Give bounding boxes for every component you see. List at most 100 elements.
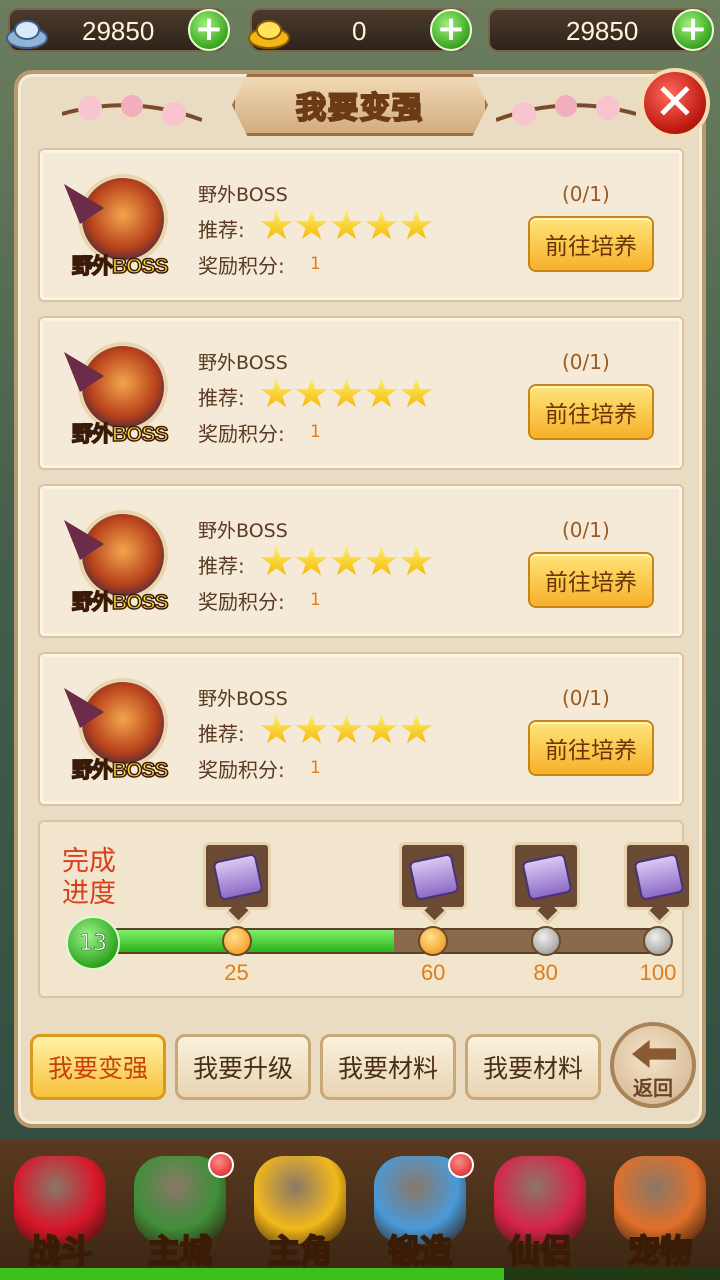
go-train-button[interactable]: 前往培养 — [528, 720, 654, 776]
star-icon — [330, 546, 363, 576]
notification-dot — [448, 1152, 474, 1178]
star-icon — [295, 210, 328, 240]
milestone-value: 100 — [639, 960, 677, 985]
task-progress: (0/1) — [562, 350, 610, 374]
currency-bar: 29850 + 0 + 29850 + — [0, 0, 720, 60]
star-icon — [295, 546, 328, 576]
recommend-label: 推荐: — [198, 386, 245, 410]
add-third-button[interactable]: + — [672, 9, 714, 51]
star-icon — [365, 714, 398, 744]
task-card: 野外BOSS 野外BOSS 推荐: 奖励积分: 1 (0/1) 前往培养 — [38, 316, 684, 470]
back-button[interactable]: 返回 — [610, 1022, 696, 1108]
nav-item-1[interactable]: 主城 — [120, 1148, 240, 1272]
tab-0[interactable]: 我要变强 — [30, 1034, 166, 1100]
star-icon — [330, 714, 363, 744]
reward-label: 奖励积分: — [198, 590, 285, 614]
task-card: 野外BOSS 野外BOSS 推荐: 奖励积分: 1 (0/1) 前往培养 — [38, 652, 684, 806]
star-icon — [330, 210, 363, 240]
silver-currency: 29850 + — [6, 8, 230, 52]
boss-tag: 野外BOSS — [71, 758, 169, 783]
star-icon — [365, 378, 398, 408]
notification-dot — [208, 1152, 234, 1178]
star-icon — [400, 714, 433, 744]
task-card: 野外BOSS 野外BOSS 推荐: 奖励积分: 1 (0/1) 前往培养 — [38, 148, 684, 302]
milestone-value: 25 — [224, 960, 249, 985]
left-blossom-icon — [62, 95, 202, 126]
third-amount: 29850 — [566, 16, 639, 46]
star-icon — [365, 546, 398, 576]
bottom-navbar: 战斗 主城 主角 锻造 仙侣 宠物 — [0, 1140, 720, 1280]
milestone-reward-chest[interactable] — [511, 842, 580, 910]
task-title: 野外BOSS — [198, 184, 288, 206]
nav-label: 主角 — [267, 1231, 333, 1271]
nav-label: 主城 — [147, 1231, 213, 1271]
gold-currency: 0 + — [248, 8, 472, 52]
recommend-stars — [260, 210, 433, 242]
milestone-node — [643, 926, 673, 956]
boss-tag: 野外BOSS — [71, 254, 169, 279]
reward-scroll-icon — [211, 852, 264, 902]
milestone-value: 60 — [420, 960, 446, 985]
go-train-button[interactable]: 前往培养 — [528, 552, 654, 608]
third-currency: 29850 + — [488, 8, 714, 52]
boss-tag: 野外BOSS — [71, 422, 169, 447]
milestone-reward-chest[interactable] — [624, 842, 692, 910]
right-blossom-icon — [496, 95, 636, 126]
star-icon — [260, 210, 293, 240]
reward-scroll-icon — [408, 852, 460, 902]
panel-title: 我要变强 — [295, 90, 424, 127]
go-train-button[interactable]: 前往培养 — [528, 384, 654, 440]
reward-label: 奖励积分: — [198, 254, 285, 278]
completion-progress: 完成进度 13 25 60 80 100 — [38, 820, 692, 998]
tab-2[interactable]: 我要材料 — [320, 1034, 456, 1100]
nav-item-2[interactable]: 主角 — [240, 1148, 360, 1272]
task-progress: (0/1) — [562, 182, 610, 206]
nav-item-0[interactable]: 战斗 — [0, 1148, 120, 1272]
star-icon — [260, 378, 293, 408]
back-arrow-icon — [632, 1040, 676, 1068]
star-icon — [400, 378, 433, 408]
reward-scroll-icon — [633, 852, 685, 902]
milestone-value: 80 — [533, 960, 558, 985]
recommend-label: 推荐: — [198, 554, 245, 578]
task-title: 野外BOSS — [198, 352, 288, 374]
star-icon — [330, 378, 363, 408]
milestone-reward-chest[interactable] — [202, 842, 271, 910]
back-label: 返回 — [633, 1076, 673, 1100]
reward-value: 1 — [310, 590, 321, 610]
progress-current-value: 13 — [66, 916, 120, 970]
milestone-node — [221, 926, 252, 956]
milestone-node — [530, 926, 561, 956]
recommend-label: 推荐: — [198, 722, 245, 746]
experience-bar — [0, 1268, 720, 1280]
go-train-button[interactable]: 前往培养 — [528, 216, 654, 272]
reward-label: 奖励积分: — [198, 422, 285, 446]
nav-item-4[interactable]: 仙侣 — [480, 1148, 600, 1272]
progress-label: 完成进度 — [62, 846, 116, 909]
silver-ingot-icon — [6, 20, 48, 49]
milestone-reward-chest[interactable] — [399, 842, 468, 910]
nav-label: 锻造 — [387, 1231, 453, 1271]
reward-value: 1 — [310, 758, 321, 778]
task-card: 野外BOSS 野外BOSS 推荐: 奖励积分: 1 (0/1) 前往培养 — [38, 484, 684, 638]
nav-item-5[interactable]: 宠物 — [600, 1148, 720, 1272]
silver-amount: 29850 — [82, 16, 155, 46]
reward-scroll-icon — [520, 852, 573, 902]
experience-fill — [0, 1268, 504, 1280]
reward-value: 1 — [310, 254, 321, 274]
tab-3[interactable]: 我要材料 — [465, 1034, 601, 1100]
star-icon — [400, 210, 433, 240]
nav-item-3[interactable]: 锻造 — [360, 1148, 480, 1272]
boss-tag: 野外BOSS — [71, 590, 169, 615]
close-icon[interactable]: ✕ — [640, 68, 710, 138]
recommend-stars — [260, 714, 433, 746]
task-title: 野外BOSS — [198, 520, 288, 542]
tab-1[interactable]: 我要升级 — [175, 1034, 311, 1100]
gold-ingot-icon — [248, 20, 290, 49]
nav-label: 宠物 — [627, 1231, 693, 1271]
task-progress: (0/1) — [562, 686, 610, 710]
task-title: 野外BOSS — [198, 688, 288, 710]
task-progress: (0/1) — [562, 518, 610, 542]
add-silver-button[interactable]: + — [188, 9, 230, 51]
add-gold-button[interactable]: + — [430, 9, 472, 51]
